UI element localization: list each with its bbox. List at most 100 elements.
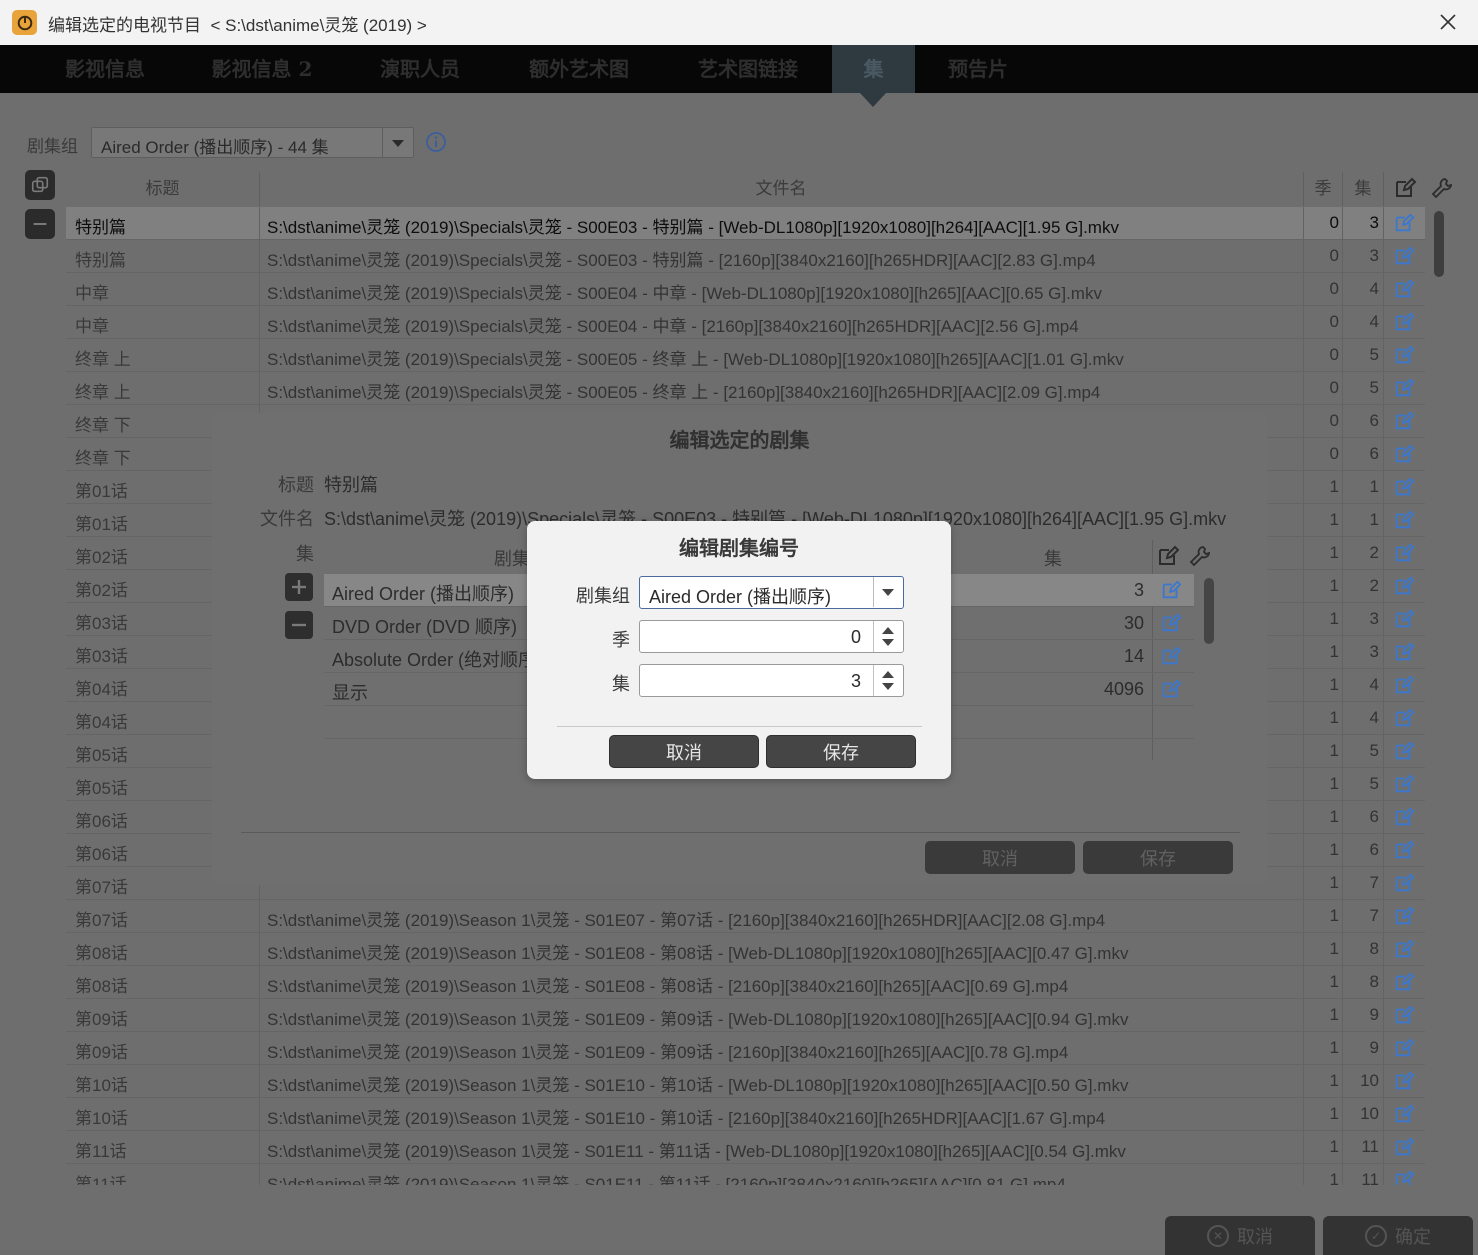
edit-icon[interactable]	[1393, 278, 1415, 300]
cell-title: 第10话	[75, 1109, 128, 1128]
wrench-icon[interactable]	[1188, 544, 1212, 568]
edit-icon[interactable]	[1393, 674, 1415, 696]
tab-episodes[interactable]: 集	[832, 45, 915, 93]
episode-group-select[interactable]: Aired Order (播出顺序)	[639, 576, 904, 609]
remove-icon[interactable]	[285, 611, 313, 639]
ok-button[interactable]: ✓ 确定	[1323, 1216, 1473, 1255]
cell-title: 第07话	[75, 878, 128, 897]
edit-icon[interactable]	[1160, 645, 1182, 667]
edit-icon[interactable]	[1393, 1103, 1415, 1125]
edit-icon[interactable]	[1393, 1037, 1415, 1059]
table-row[interactable]: 第07话 S:\dst\anime\灵笼 (2019)\Season 1\灵笼 -…	[66, 900, 1425, 933]
edit-icon[interactable]	[1393, 1004, 1415, 1026]
edit-icon[interactable]	[1393, 839, 1415, 861]
table-row[interactable]: 第11话 S:\dst\anime\灵笼 (2019)\Season 1\灵笼 -…	[66, 1131, 1425, 1164]
edit-icon[interactable]	[1393, 806, 1415, 828]
cell-episode: 3	[1369, 642, 1379, 661]
tab-extra-artwork[interactable]: 额外艺术图	[494, 45, 664, 93]
table-row[interactable]: 第08话 S:\dst\anime\灵笼 (2019)\Season 1\灵笼 -…	[66, 933, 1425, 966]
header-filename[interactable]: 文件名	[259, 172, 1303, 206]
edit-icon[interactable]	[1393, 542, 1415, 564]
edit-icon[interactable]	[1393, 773, 1415, 795]
wrench-icon[interactable]	[1430, 176, 1454, 200]
cancel-button[interactable]: 取消	[925, 841, 1075, 874]
table-row[interactable]: 终章 上 S:\dst\anime\灵笼 (2019)\Specials\灵笼 -…	[66, 372, 1425, 405]
info-icon[interactable]	[425, 131, 447, 153]
cancel-button[interactable]: 取消	[609, 735, 759, 768]
spin-arrows-icon[interactable]	[873, 621, 903, 652]
table-row[interactable]: 中章 S:\dst\anime\灵笼 (2019)\Specials\灵笼 - S…	[66, 273, 1425, 306]
edit-icon[interactable]	[1160, 678, 1182, 700]
chevron-down-icon[interactable]	[873, 577, 903, 607]
save-button[interactable]: 保存	[766, 735, 916, 768]
edit-header-icon[interactable]	[1393, 176, 1417, 210]
spin-arrows-icon[interactable]	[873, 665, 903, 696]
col-divider	[1383, 172, 1384, 206]
edit-icon[interactable]	[1393, 311, 1415, 333]
edit-icon[interactable]	[1393, 707, 1415, 729]
close-icon[interactable]	[1436, 10, 1460, 34]
table-scrollbar[interactable]	[1434, 211, 1444, 277]
edit-icon[interactable]	[1160, 612, 1182, 634]
header-season[interactable]: 季	[1303, 172, 1343, 206]
edit-icon[interactable]	[1160, 579, 1182, 601]
edit-icon[interactable]	[1393, 740, 1415, 762]
cell-episode: 6	[1369, 411, 1379, 430]
edit-icon[interactable]	[1393, 575, 1415, 597]
copy-icon[interactable]	[25, 170, 55, 200]
edit-icon[interactable]	[1393, 377, 1415, 399]
edit-icon[interactable]	[1393, 509, 1415, 531]
table-row[interactable]: 第10话 S:\dst\anime\灵笼 (2019)\Season 1\灵笼 -…	[66, 1098, 1425, 1131]
season-stepper[interactable]: 0	[639, 620, 904, 653]
edit-icon[interactable]	[1393, 1070, 1415, 1092]
edit-header-icon[interactable]	[1156, 544, 1180, 568]
header-episode[interactable]: 集	[1044, 545, 1062, 571]
header-title[interactable]: 标题	[66, 172, 259, 206]
tab-movie-info-2[interactable]: 影视信息 2	[178, 45, 346, 93]
edit-icon[interactable]	[1393, 938, 1415, 960]
group-name: DVD Order (DVD 顺序)	[332, 617, 518, 637]
window-title: 编辑选定的电视节目 < S:\dst\anime\灵笼 (2019) >	[48, 16, 427, 35]
table-row[interactable]: 中章 S:\dst\anime\灵笼 (2019)\Specials\灵笼 - S…	[66, 306, 1425, 339]
tab-movie-info[interactable]: 影视信息	[32, 45, 178, 93]
edit-icon[interactable]	[1393, 443, 1415, 465]
cancel-button[interactable]: ✕ 取消	[1165, 1216, 1315, 1255]
edit-icon[interactable]	[1393, 212, 1415, 234]
table-row[interactable]: 特别篇 S:\dst\anime\灵笼 (2019)\Specials\灵笼 - …	[66, 240, 1425, 273]
tab-cast[interactable]: 演职人员	[346, 45, 494, 93]
add-icon[interactable]	[285, 573, 313, 601]
tab-artwork-links[interactable]: 艺术图链接	[664, 45, 832, 93]
check-icon: ✓	[1365, 1224, 1387, 1247]
edit-icon[interactable]	[1393, 245, 1415, 267]
remove-icon[interactable]	[25, 209, 55, 239]
table-row[interactable]: 第11话 S:\dst\anime\灵笼 (2019)\Season 1\灵笼 -…	[66, 1164, 1425, 1185]
edit-icon[interactable]	[1393, 344, 1415, 366]
cell-season: 1	[1329, 1104, 1339, 1123]
cell-title: 第09话	[75, 1010, 128, 1029]
episode-group-select[interactable]: Aired Order (播出顺序) - 44 集	[91, 127, 414, 158]
table-row[interactable]: 终章 上 S:\dst\anime\灵笼 (2019)\Specials\灵笼 -…	[66, 339, 1425, 372]
episode-stepper[interactable]: 3	[639, 664, 904, 697]
edit-icon[interactable]	[1393, 1136, 1415, 1158]
table-row[interactable]: 第10话 S:\dst\anime\灵笼 (2019)\Season 1\灵笼 -…	[66, 1065, 1425, 1098]
edit-icon[interactable]	[1393, 872, 1415, 894]
edit-icon[interactable]	[1393, 476, 1415, 498]
groups-scrollbar[interactable]	[1204, 578, 1214, 644]
edit-icon[interactable]	[1393, 608, 1415, 630]
table-row[interactable]: 第09话 S:\dst\anime\灵笼 (2019)\Season 1\灵笼 -…	[66, 999, 1425, 1032]
cell-title: 终章 上	[75, 383, 131, 402]
chevron-down-icon[interactable]	[382, 128, 413, 157]
tab-trailers[interactable]: 预告片	[915, 45, 1041, 93]
edit-icon[interactable]	[1393, 1169, 1415, 1185]
table-row[interactable]: 特别篇 S:\dst\anime\灵笼 (2019)\Specials\灵笼 - …	[66, 207, 1425, 240]
edit-icon[interactable]	[1393, 410, 1415, 432]
table-row[interactable]: 第08话 S:\dst\anime\灵笼 (2019)\Season 1\灵笼 -…	[66, 966, 1425, 999]
edit-icon[interactable]	[1393, 641, 1415, 663]
header-episode[interactable]: 集	[1343, 172, 1383, 206]
header-group[interactable]: 剧集	[494, 545, 530, 571]
edit-icon[interactable]	[1393, 905, 1415, 927]
table-row[interactable]: 第09话 S:\dst\anime\灵笼 (2019)\Season 1\灵笼 -…	[66, 1032, 1425, 1065]
edit-icon[interactable]	[1393, 971, 1415, 993]
save-button[interactable]: 保存	[1083, 841, 1233, 874]
edit-episode-number-dialog-title: 编辑剧集编号	[679, 536, 799, 560]
